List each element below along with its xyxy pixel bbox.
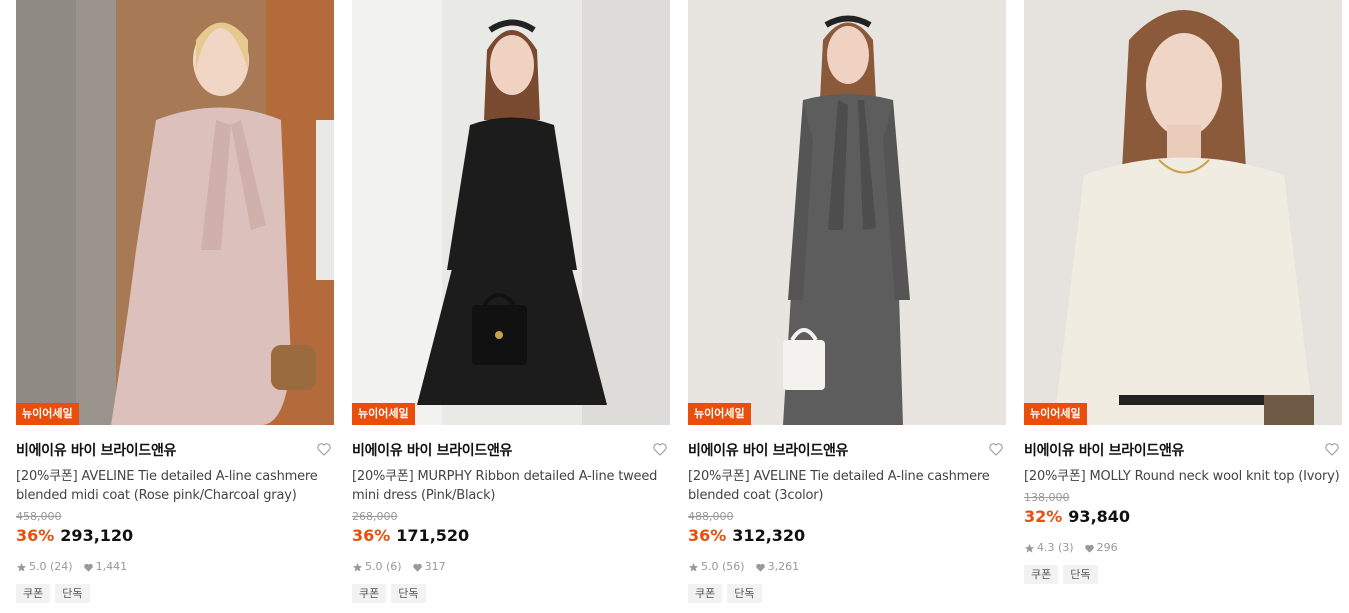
product-meta: 4.3 (3) 296 <box>1024 541 1342 555</box>
tag-coupon: 쿠폰 <box>688 584 723 603</box>
like-count: 296 <box>1096 541 1118 554</box>
review-count: (3) <box>1058 541 1074 554</box>
star-icon <box>688 562 699 572</box>
product-card[interactable]: 뉴이어세일 비에이유 바이 브라이드앤유 [20%쿠폰] MOLLY Round… <box>1024 0 1342 584</box>
product-image[interactable]: 뉴이어세일 <box>1024 0 1342 425</box>
product-grid: 뉴이어세일 비에이유 바이 브라이드앤유 [20%쿠폰] AVELINE Tie… <box>0 0 1349 613</box>
rating-value: 5.0 <box>365 560 383 573</box>
product-card[interactable]: 뉴이어세일 비에이유 바이 브라이드앤유 [20%쿠폰] AVELINE Tie… <box>16 0 334 603</box>
tag-coupon: 쿠폰 <box>1024 565 1059 584</box>
review-count: (6) <box>386 560 402 573</box>
tag-coupon: 쿠폰 <box>16 584 51 603</box>
product-meta: 5.0 (56) 3,261 <box>688 560 1006 574</box>
heart-filled-icon <box>1084 544 1094 553</box>
discount-rate: 36% <box>688 526 727 545</box>
tag-list: 쿠폰 단독 <box>352 584 670 603</box>
sale-price: 93,840 <box>1068 507 1131 526</box>
tag-coupon: 쿠폰 <box>352 584 387 603</box>
discount-rate: 36% <box>352 526 391 545</box>
heart-outline-icon[interactable] <box>652 441 668 457</box>
tag-exclusive: 단독 <box>727 584 762 603</box>
like-count: 317 <box>424 560 446 573</box>
like-count: 3,261 <box>767 560 800 573</box>
original-price: 458,000 <box>16 510 62 523</box>
discount-rate: 36% <box>16 526 55 545</box>
sale-badge: 뉴이어세일 <box>688 403 751 425</box>
product-card[interactable]: 뉴이어세일 비에이유 바이 브라이드앤유 [20%쿠폰] MURPHY Ribb… <box>352 0 670 603</box>
tag-list: 쿠폰 단독 <box>1024 565 1342 584</box>
heart-outline-icon[interactable] <box>1324 441 1340 457</box>
brand-name[interactable]: 비에이유 바이 브라이드앤유 <box>16 440 334 460</box>
original-price: 488,000 <box>688 510 734 523</box>
star-icon <box>352 562 363 572</box>
product-image[interactable]: 뉴이어세일 <box>352 0 670 425</box>
product-title[interactable]: [20%쿠폰] AVELINE Tie detailed A-line cash… <box>688 467 1006 505</box>
tag-exclusive: 단독 <box>55 584 90 603</box>
review-count: (24) <box>50 560 73 573</box>
star-icon <box>1024 543 1035 553</box>
product-title[interactable]: [20%쿠폰] MURPHY Ribbon detailed A-line tw… <box>352 467 670 505</box>
star-icon <box>16 562 27 572</box>
original-price: 138,000 <box>1024 491 1070 504</box>
sale-badge: 뉴이어세일 <box>1024 403 1087 425</box>
sale-price: 171,520 <box>396 526 470 545</box>
tag-exclusive: 단독 <box>1063 565 1098 584</box>
heart-filled-icon <box>83 563 93 572</box>
heart-outline-icon[interactable] <box>316 441 332 457</box>
product-meta: 5.0 (24) 1,441 <box>16 560 334 574</box>
brand-name[interactable]: 비에이유 바이 브라이드앤유 <box>688 440 1006 460</box>
brand-name[interactable]: 비에이유 바이 브라이드앤유 <box>352 440 670 460</box>
rating-value: 5.0 <box>29 560 47 573</box>
sale-price: 312,320 <box>732 526 806 545</box>
product-image[interactable]: 뉴이어세일 <box>688 0 1006 425</box>
tag-exclusive: 단독 <box>391 584 426 603</box>
product-card[interactable]: 뉴이어세일 비에이유 바이 브라이드앤유 [20%쿠폰] AVELINE Tie… <box>688 0 1006 603</box>
heart-filled-icon <box>755 563 765 572</box>
product-meta: 5.0 (6) 317 <box>352 560 670 574</box>
discount-rate: 32% <box>1024 507 1063 526</box>
review-count: (56) <box>722 560 745 573</box>
tag-list: 쿠폰 단독 <box>16 584 334 603</box>
heart-outline-icon[interactable] <box>988 441 1004 457</box>
original-price: 268,000 <box>352 510 398 523</box>
product-image[interactable]: 뉴이어세일 <box>16 0 334 425</box>
rating-value: 4.3 <box>1037 541 1055 554</box>
sale-badge: 뉴이어세일 <box>352 403 415 425</box>
sale-price: 293,120 <box>60 526 134 545</box>
rating-value: 5.0 <box>701 560 719 573</box>
brand-name[interactable]: 비에이유 바이 브라이드앤유 <box>1024 440 1342 460</box>
tag-list: 쿠폰 단독 <box>688 584 1006 603</box>
like-count: 1,441 <box>95 560 128 573</box>
sale-badge: 뉴이어세일 <box>16 403 79 425</box>
heart-filled-icon <box>412 563 422 572</box>
product-title[interactable]: [20%쿠폰] MOLLY Round neck wool knit top (… <box>1024 467 1342 486</box>
product-title[interactable]: [20%쿠폰] AVELINE Tie detailed A-line cash… <box>16 467 334 505</box>
